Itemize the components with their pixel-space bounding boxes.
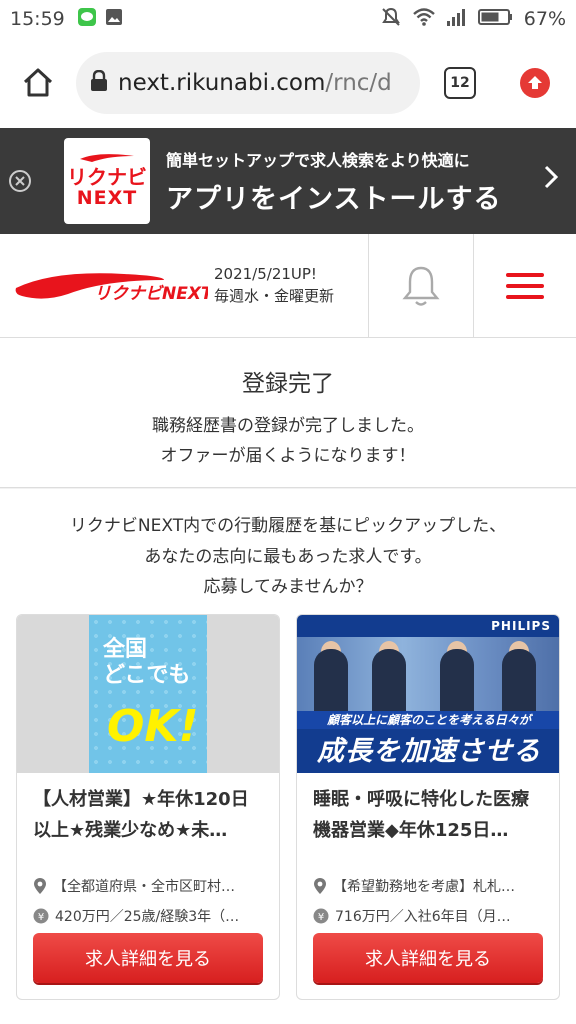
svg-text:リクナビNEXT: リクナビNEXT [94,284,208,304]
job-location-text: 【希望勤務地を考慮】札札… [333,879,515,895]
battery-icon [477,7,514,32]
svg-text:¥: ¥ [38,912,44,923]
complete-message-2: オファーが届くようになります！ [160,445,416,466]
line-icon [77,7,97,32]
home-button[interactable] [14,59,62,107]
job-image-text-2: どこでも [103,663,191,689]
recommended-jobs-section: リクナビNEXT内での行動履歴を基にピックアップした、 あなたの志向に最もあった… [0,489,576,1024]
url-path: /rnc/d [325,70,392,96]
job-salary: ¥ 420万円／25歳/経験3年（… [33,901,263,931]
notification-button[interactable] [368,234,473,337]
app-banner-text: 簡単セットアップで求人検索をより快適に アプリをインストールする [166,147,501,216]
app-banner-subtitle: 簡単セットアップで求人検索をより快適に [166,150,470,170]
job-salary-text: 420万円／25歳/経験3年（… [55,909,240,925]
update-date: 2021/5/21UP! [214,264,317,283]
job-image-text-3: OK! [107,701,199,752]
status-time: 15:59 [10,8,65,30]
wifi-icon [412,7,436,32]
job-image-text-1: 全国 [103,637,148,662]
job-image-brand: PHILIPS [491,619,551,633]
job-detail-button[interactable]: 求人詳細を見る [313,933,543,983]
app-logo: リクナビ NEXT [64,138,150,224]
job-image-caption: 顧客以上に顧客のことを考える日々が [297,711,559,729]
rikunabi-next-logo: リクナビNEXT [15,272,208,304]
tab-switcher-button[interactable]: 12 [444,67,476,99]
job-location: 【全都道府県・全市区町村… [33,871,263,901]
chevron-right-icon [542,163,560,199]
browser-toolbar: next.rikunabi.com/rnc/d 12 [0,38,576,128]
job-location-text: 【全都道府県・全市区町村… [53,879,235,895]
yen-icon: ¥ [33,908,49,924]
hamburger-icon [506,266,544,306]
bell-icon [402,266,440,306]
status-bar: 15:59 67% [0,0,576,38]
update-button[interactable] [520,68,550,98]
signal-icon [446,7,468,32]
url-host: next.rikunabi.com [118,70,326,96]
location-pin-icon [33,877,47,895]
site-header: リクナビNEXT 2021/5/21UP! 毎週水・金曜更新 [0,234,576,338]
job-title[interactable]: 【人材営業】★年休120日以上★残業少なめ★未… [33,785,263,847]
location-pin-icon [313,877,327,895]
battery-percent: 67% [523,8,566,30]
job-image: PHILIPS 顧客以上に顧客のことを考える日々が 成長を加速させる [297,615,559,773]
job-image: 全国 どこでも OK! [17,615,279,773]
lock-icon [90,69,108,96]
complete-message-1: 職務経歴書の登録が完了しました。 [152,416,424,436]
complete-title: 登録完了 [242,371,334,397]
close-icon [9,170,31,192]
recommend-intro-line-1: リクナビNEXT内での行動履歴を基にピックアップした、 [69,516,507,536]
recommend-intro-line-2: あなたの志向に最もあった求人です。 [144,546,432,567]
registration-complete-section: 登録完了 職務経歴書の登録が完了しました。 オファーが届くようになります！ [0,338,576,488]
tab-count: 12 [450,75,470,91]
job-salary-text: 716万円／入社6年目（月… [335,909,511,925]
mute-icon [380,6,402,33]
menu-button[interactable] [473,234,576,337]
job-image-headline: 成長を加速させる [317,736,541,767]
app-logo-text-1: リクナビ [67,165,147,190]
job-salary: ¥ 716万円／入社6年目（月… [313,901,543,931]
job-card[interactable]: 全国 どこでも OK! 【人材営業】★年休120日以上★残業少なめ★未… 【全都… [16,614,280,1000]
svg-text:¥: ¥ [318,912,324,923]
close-banner-button[interactable] [2,163,38,199]
job-title[interactable]: 睡眠・呼吸に特化した医療機器営業◆年休125日… [313,785,543,847]
yen-icon: ¥ [313,908,329,924]
image-icon [105,8,123,31]
job-detail-button[interactable]: 求人詳細を見る [33,933,263,983]
job-location: 【希望勤務地を考慮】札札… [313,871,543,901]
site-logo-link[interactable]: リクナビNEXT 2021/5/21UP! 毎週水・金曜更新 [0,234,368,337]
recommend-intro-line-3: 応募してみませんか？ [203,577,373,598]
app-install-banner[interactable]: リクナビ NEXT 簡単セットアップで求人検索をより快適に アプリをインストール… [0,128,576,234]
app-banner-title: アプリをインストールする [166,183,502,215]
update-info: 2021/5/21UP! 毎週水・金曜更新 [214,264,334,308]
home-icon [23,68,53,97]
address-bar[interactable]: next.rikunabi.com/rnc/d [76,52,420,114]
recommend-intro: リクナビNEXT内での行動履歴を基にピックアップした、 あなたの志向に最もあった… [0,511,576,603]
arrow-up-icon [528,76,542,89]
job-card[interactable]: PHILIPS 顧客以上に顧客のことを考える日々が 成長を加速させる 睡眠・呼吸… [296,614,560,1000]
update-schedule: 毎週水・金曜更新 [214,286,335,305]
app-logo-text-2: NEXT [76,187,138,210]
